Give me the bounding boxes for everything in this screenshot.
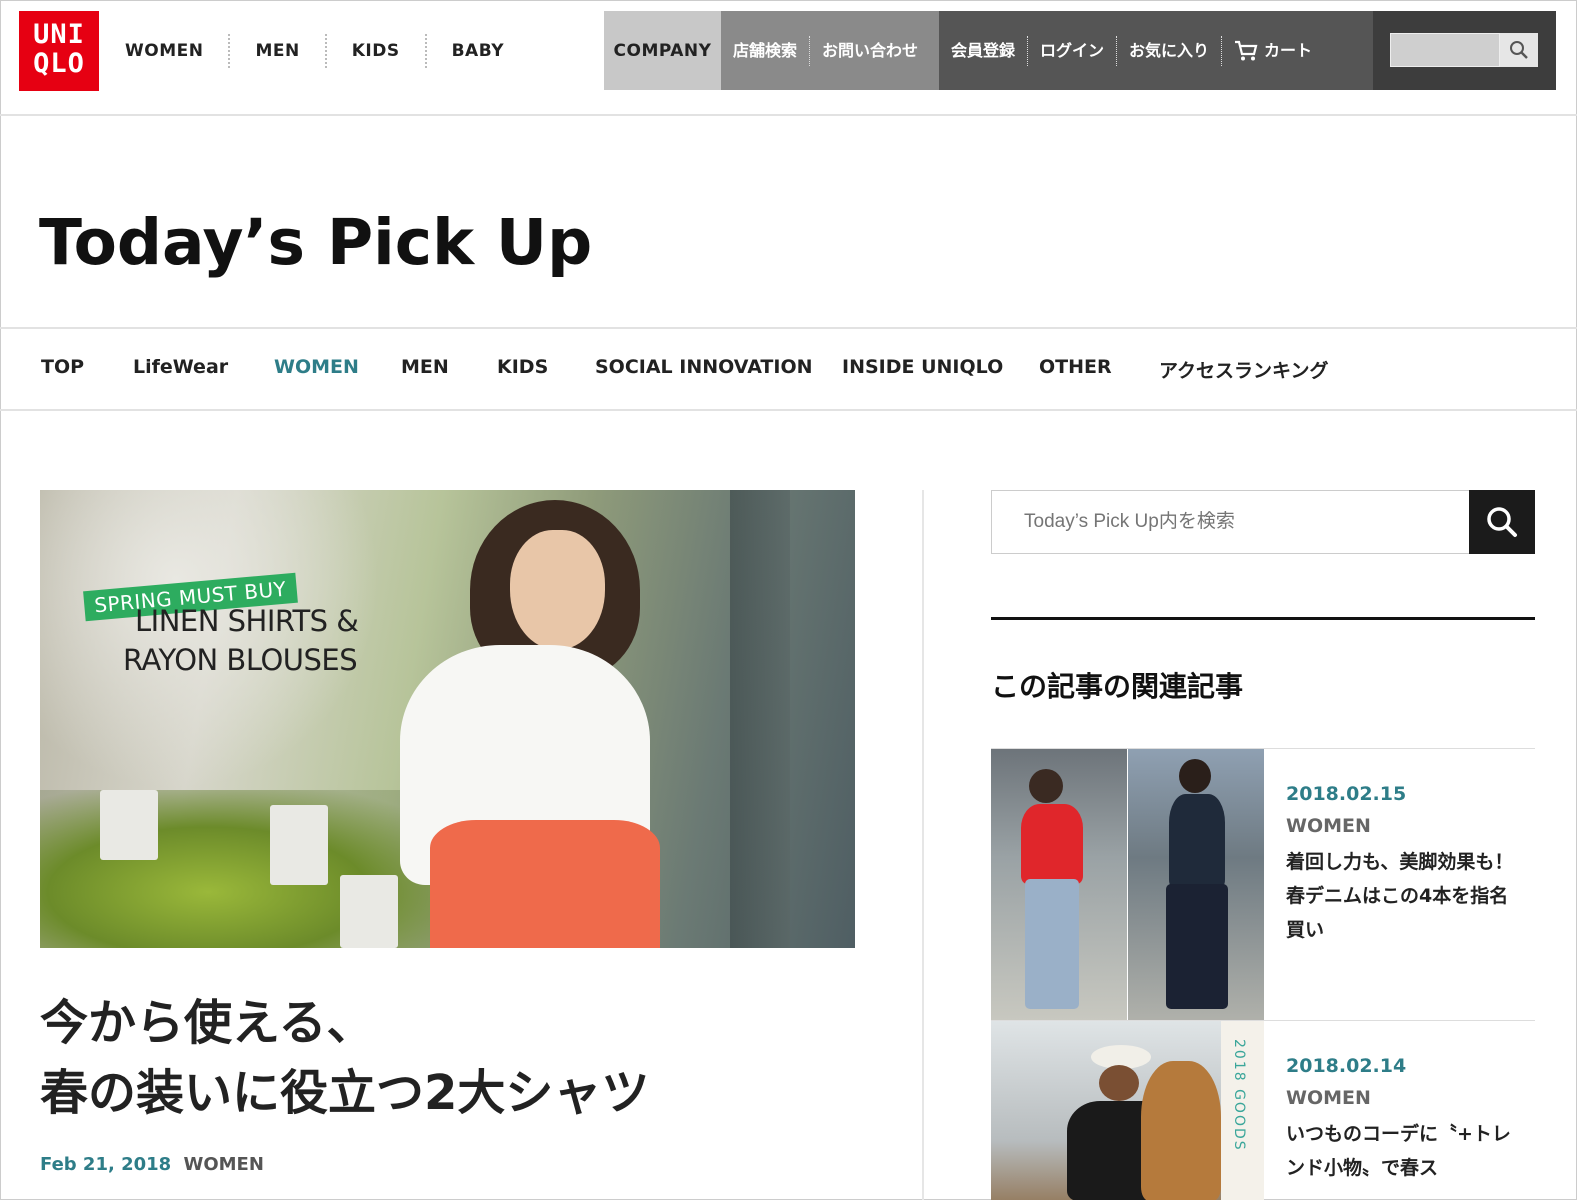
cart-link[interactable]: カート	[1222, 36, 1324, 66]
related-article-info: 2018.02.14 WOMEN いつものコーデに〝+トレンド小物〟で春ス	[1286, 1055, 1521, 1185]
sidebar-search-button[interactable]	[1469, 490, 1535, 554]
title-section: Today’s Pick Up	[0, 116, 1577, 329]
thumbnail-figure-head	[1099, 1065, 1139, 1101]
utility-nav-support: 店舗検索 お問い合わせ	[721, 11, 939, 90]
related-article-date: 2018.02.15	[1286, 783, 1407, 805]
article-date: Feb 21, 2018	[40, 1154, 172, 1175]
cat-women[interactable]: WOMEN	[274, 356, 359, 378]
page-title[interactable]: Today’s Pick Up	[39, 206, 592, 279]
related-article-card[interactable]: 2018.02.15 WOMEN 着回し力も、美脚効果も！ 春デニムはこの4本を…	[991, 748, 1535, 1021]
column-divider	[922, 490, 924, 1200]
main-nav-men[interactable]: MEN	[230, 34, 327, 68]
main-nav-kids[interactable]: KIDS	[327, 34, 427, 68]
main-nav: WOMEN MEN KIDS BABY	[100, 11, 529, 91]
main-nav-women[interactable]: WOMEN	[100, 34, 231, 68]
hero-bg-tree	[730, 490, 790, 948]
article-title-line-1: 今から使える、	[40, 995, 375, 1051]
favorites-link[interactable]: お気に入り	[1117, 35, 1223, 66]
related-article-title[interactable]: いつものコーデに〝+トレンド小物〟で春ス	[1286, 1117, 1521, 1185]
header-search-button[interactable]	[1500, 33, 1538, 67]
hero-bg-post	[100, 790, 158, 860]
header-search-input[interactable]	[1390, 33, 1500, 67]
cat-other[interactable]: OTHER	[1039, 356, 1112, 378]
hero-headline-2: RAYON BLOUSES	[123, 643, 358, 677]
article-title-line-2: 春の装いに役立つ2大シャツ	[40, 1065, 650, 1121]
uniqlo-logo[interactable]: UNI QLO	[19, 11, 99, 91]
thumbnail-figure-top	[1021, 804, 1083, 884]
cat-lifewear[interactable]: LifeWear	[133, 356, 228, 378]
hero-bg-post	[340, 875, 398, 948]
global-header: UNI QLO WOMEN MEN KIDS BABY COMPANY 店舗検索…	[0, 0, 1577, 116]
thumbnail-chair	[1141, 1061, 1221, 1200]
article-title[interactable]: 今から使える、 春の装いに役立つ2大シャツ	[40, 988, 840, 1128]
search-icon	[1487, 507, 1517, 537]
cat-inside-uniqlo[interactable]: INSIDE UNIQLO	[842, 356, 1003, 378]
cart-label: カート	[1264, 40, 1313, 60]
related-article-thumbnail[interactable]: 2018 GOODS	[991, 1021, 1264, 1200]
sidebar-search	[991, 490, 1535, 554]
cat-social-innovation[interactable]: SOCIAL INNOVATION	[595, 356, 813, 378]
category-nav: TOP LifeWear WOMEN MEN KIDS SOCIAL INNOV…	[0, 329, 1577, 411]
hero-bg-light	[40, 490, 380, 790]
sidebar-search-input[interactable]	[991, 490, 1471, 554]
hero-image[interactable]: SPRING MUST BUY LINEN SHIRTS & RAYON BLO…	[40, 490, 855, 948]
login-link[interactable]: ログイン	[1028, 35, 1118, 66]
related-article-thumbnail[interactable]	[991, 749, 1264, 1021]
related-article-date: 2018.02.14	[1286, 1055, 1407, 1077]
utility-nav-account: 会員登録 ログイン お気に入り カート	[939, 11, 1373, 90]
thumbnail-figure-jeans	[1025, 879, 1079, 1009]
store-search-link[interactable]: 店舗検索	[721, 35, 811, 66]
cart-icon	[1235, 40, 1258, 61]
logo-line-2: QLO	[33, 48, 85, 79]
hero-bg-post	[270, 805, 328, 885]
related-article-info: 2018.02.15 WOMEN 着回し力も、美脚効果も！ 春デニムはこの4本を…	[1286, 783, 1521, 947]
cat-kids[interactable]: KIDS	[497, 356, 548, 378]
cat-men[interactable]: MEN	[401, 356, 449, 378]
main-nav-baby[interactable]: BABY	[427, 34, 529, 68]
related-article-card[interactable]: 2018 GOODS 2018.02.14 WOMEN いつものコーデに〝+トレ…	[991, 1020, 1535, 1200]
related-article-category[interactable]: WOMEN	[1286, 815, 1521, 837]
thumbnail-figure-top	[1169, 794, 1225, 889]
thumbnail-vertical-text: 2018 GOODS	[1231, 1039, 1247, 1152]
related-article-title[interactable]: 着回し力も、美脚効果も！ 春デニムはこの4本を指名買い	[1286, 845, 1521, 947]
related-articles-heading: この記事の関連記事	[991, 670, 1244, 703]
related-article-category[interactable]: WOMEN	[1286, 1087, 1521, 1109]
company-link[interactable]: COMPANY	[604, 11, 721, 90]
article-meta: Feb 21, 2018 WOMEN	[40, 1154, 264, 1175]
hero-model-face	[510, 530, 605, 650]
header-search	[1373, 11, 1556, 90]
hero-headline-1: LINEN SHIRTS &	[135, 604, 359, 638]
contact-link[interactable]: お問い合わせ	[810, 36, 930, 66]
cat-access-ranking[interactable]: アクセスランキング	[1159, 356, 1328, 383]
thumbnail-figure-head	[1179, 759, 1211, 793]
register-link[interactable]: 会員登録	[939, 35, 1029, 66]
thumbnail-figure-jeans	[1166, 884, 1228, 1009]
thumbnail-figure-head	[1029, 769, 1063, 803]
hero-model-skirt	[430, 820, 660, 948]
sidebar-divider	[991, 617, 1535, 620]
logo-line-1: UNI	[33, 19, 85, 50]
search-icon	[1510, 41, 1528, 59]
cat-top[interactable]: TOP	[41, 356, 84, 378]
article-category[interactable]: WOMEN	[183, 1154, 263, 1175]
